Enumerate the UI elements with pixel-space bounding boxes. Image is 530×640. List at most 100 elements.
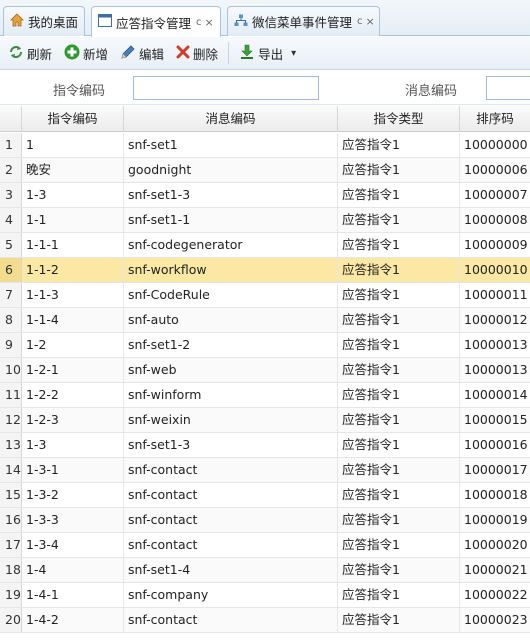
table-row[interactable]: 13 1-3 snf-set1-3 应答指令1 10000016 [0, 433, 530, 458]
table-row[interactable]: 5 1-1-1 snf-codegenerator 应答指令1 10000009 [0, 233, 530, 258]
table-row[interactable]: 12 1-2-3 snf-weixin 应答指令1 10000015 [0, 408, 530, 433]
row-number: 19 [0, 583, 22, 607]
table-row[interactable]: 17 1-3-4 snf-contact 应答指令1 10000020 [0, 533, 530, 558]
cell-message-code: snf-winform [124, 383, 338, 407]
cell-sort-code: 10000014 [464, 387, 528, 402]
export-button[interactable]: 导出 ▾ [235, 41, 300, 65]
edit-label: 编辑 [139, 46, 165, 62]
header-sort-code[interactable]: 排序码 [460, 106, 530, 132]
table-row[interactable]: 15 1-3-2 snf-contact 应答指令1 10000018 [0, 483, 530, 508]
add-button[interactable]: 新增 [60, 41, 112, 65]
chevron-down-icon[interactable]: ▾ [291, 48, 296, 59]
header-command-type[interactable]: 指令类型 [338, 106, 460, 132]
cell-command-type: 应答指令1 [338, 533, 460, 557]
table-row[interactable]: 6 1-1-2 snf-workflow 应答指令1 10000010 [0, 258, 530, 283]
table-row[interactable]: 19 1-4-1 snf-company 应答指令1 10000022 [0, 583, 530, 608]
table-row[interactable]: 20 1-4-2 snf-contact 应答指令1 10000023 [0, 608, 530, 633]
cell-command-code: 1-3 [22, 183, 124, 207]
toolbar: 刷新 新增 编辑 删除 导出 ▾ [0, 37, 530, 70]
table-row[interactable]: 14 1-3-1 snf-contact 应答指令1 10000017 [0, 458, 530, 483]
cell-message-code: snf-set1-2 [124, 333, 338, 357]
refresh-label: 刷新 [27, 46, 53, 62]
cell-message-code: snf-set1-4 [124, 558, 338, 582]
row-number: 8 [0, 308, 22, 332]
tab-label: 应答指令管理 [116, 15, 192, 31]
cell-command-type: 应答指令1 [338, 208, 460, 232]
add-label: 新增 [83, 46, 109, 62]
cell-command-type: 应答指令1 [338, 433, 460, 457]
cell-command-type: 应答指令1 [338, 183, 460, 207]
cell-command-code: 1-3-4 [22, 533, 124, 557]
table-row[interactable]: 2 晚安 goodnight 应答指令1 10000006 [0, 158, 530, 183]
table-row[interactable]: 3 1-3 snf-set1-3 应答指令1 10000007 [0, 183, 530, 208]
cell-command-code: 1-4 [22, 558, 124, 582]
row-number: 4 [0, 208, 22, 232]
table-row[interactable]: 10 1-2-1 snf-web 应答指令1 10000013 [0, 358, 530, 383]
table-row[interactable]: 4 1-1 snf-set1-1 应答指令1 10000008 [0, 208, 530, 233]
refresh-button[interactable]: 刷新 [4, 41, 56, 65]
cell-command-type: 应答指令1 [338, 583, 460, 607]
edit-button[interactable]: 编辑 [116, 41, 168, 65]
row-number: 3 [0, 183, 22, 207]
cell-command-type: 应答指令1 [338, 508, 460, 532]
tab-label: 微信菜单事件管理 [252, 15, 353, 30]
cell-message-code: snf-set1-3 [124, 433, 338, 457]
table-row[interactable]: 1 1 snf-set1 应答指令1 10000000 [0, 133, 530, 158]
cell-command-type: 应答指令1 [338, 358, 460, 382]
tab-close-icon[interactable]: × [205, 16, 214, 29]
row-number: 14 [0, 458, 22, 482]
delete-button[interactable]: 删除 [172, 41, 222, 65]
row-number: 9 [0, 333, 22, 357]
row-number: 1 [0, 133, 22, 157]
row-number: 11 [0, 383, 22, 407]
cell-sort-code: 10000021 [464, 562, 528, 577]
cell-sort-code: 10000013 [464, 362, 528, 377]
tab-menu-event-management[interactable]: 微信菜单事件管理 c × [227, 6, 380, 36]
cell-command-code: 1-1 [22, 208, 124, 232]
refresh-icon [8, 44, 24, 63]
tab-refresh-icon[interactable]: c [357, 16, 363, 27]
cell-sort-code: 10000006 [464, 162, 528, 177]
tab-my-desktop[interactable]: 我的桌面 [3, 6, 85, 36]
row-number: 10 [0, 358, 22, 382]
cell-command-type: 应答指令1 [338, 383, 460, 407]
tab-command-management[interactable]: 应答指令管理 c × [91, 6, 221, 37]
cell-message-code: snf-set1-3 [124, 183, 338, 207]
cell-command-type: 应答指令1 [338, 133, 460, 157]
header-command-code[interactable]: 指令编码 [22, 106, 124, 132]
cell-command-type: 应答指令1 [338, 258, 460, 282]
table-row[interactable]: 16 1-3-3 snf-contact 应答指令1 10000019 [0, 508, 530, 533]
cell-sort-code: 10000022 [464, 587, 528, 602]
cell-sort-code: 10000000 [464, 137, 528, 152]
table-row[interactable]: 7 1-1-3 snf-CodeRule 应答指令1 10000011 [0, 283, 530, 308]
cell-sort-code: 10000016 [464, 437, 528, 452]
tab-strip: 我的桌面 应答指令管理 c × 微信菜单事件管理 c × [0, 0, 530, 37]
tab-close-icon[interactable]: × [366, 15, 375, 28]
cell-sort-code: 10000020 [464, 537, 528, 552]
download-icon [239, 44, 255, 63]
cell-command-code: 1-1-2 [22, 258, 124, 282]
cell-message-code: snf-workflow [124, 258, 338, 282]
header-message-code[interactable]: 消息编码 [124, 106, 338, 132]
table-row[interactable]: 8 1-1-4 snf-auto 应答指令1 10000012 [0, 308, 530, 333]
table-row[interactable]: 9 1-2 snf-set1-2 应答指令1 10000013 [0, 333, 530, 358]
row-number: 16 [0, 508, 22, 532]
cell-command-type: 应答指令1 [338, 308, 460, 332]
table-row[interactable]: 11 1-2-2 snf-winform 应答指令1 10000014 [0, 383, 530, 408]
cell-message-code: snf-contact [124, 608, 338, 632]
cell-command-code: 1-3 [22, 433, 124, 457]
grid-header: 指令编码 消息编码 指令类型 排序码 [0, 106, 530, 132]
command-code-input[interactable] [133, 76, 319, 100]
message-code-input[interactable] [486, 76, 530, 100]
cell-command-code: 1-3-2 [22, 483, 124, 507]
tab-refresh-icon[interactable]: c [196, 17, 202, 28]
cell-command-type: 应答指令1 [338, 158, 460, 182]
cell-command-type: 应答指令1 [338, 558, 460, 582]
cell-sort-code: 10000017 [464, 462, 528, 477]
cell-command-code: 晚安 [22, 158, 124, 182]
cell-message-code: snf-company [124, 583, 338, 607]
cell-message-code: goodnight [124, 158, 338, 182]
table-row[interactable]: 18 1-4 snf-set1-4 应答指令1 10000021 [0, 558, 530, 583]
cell-message-code: snf-weixin [124, 408, 338, 432]
cell-command-code: 1-2 [22, 333, 124, 357]
